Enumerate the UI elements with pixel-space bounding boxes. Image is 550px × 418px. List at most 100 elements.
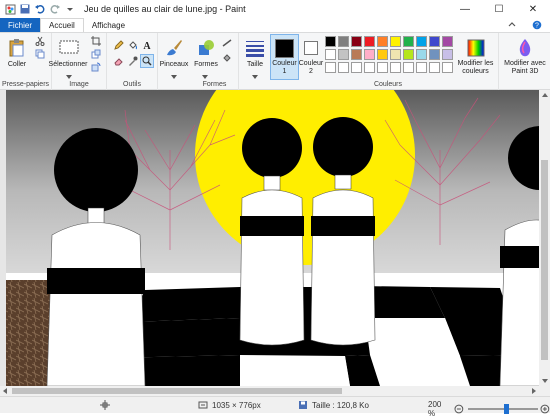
palette-color-swatch[interactable] [429,49,440,60]
edit-colors-label-1[interactable]: Modifier les [451,60,500,68]
custom-color-slot[interactable] [325,62,336,73]
tab-fichier[interactable]: Fichier [0,18,41,32]
disk-icon [299,401,307,409]
size-dropdown-icon[interactable] [251,73,259,81]
shapes-group-label: Formes [202,81,227,88]
pin-center-left [239,118,305,346]
palette-color-swatch[interactable] [416,36,427,47]
customize-toolbar-icon[interactable] [64,3,76,15]
edit-colors-icon[interactable] [465,37,487,59]
copy-icon[interactable] [34,48,46,60]
text-icon[interactable]: A [141,39,153,51]
brush-icon[interactable] [163,37,185,59]
tab-accueil[interactable]: Accueil [40,18,84,32]
canvas-area[interactable] [0,90,539,386]
fill-shape-icon[interactable] [221,51,233,63]
pencil-icon[interactable] [113,39,125,51]
horizontal-scroll-thumb[interactable] [12,388,342,394]
paint3d-label-1[interactable]: Modifier avec [497,60,550,68]
scroll-right-icon[interactable] [529,386,539,396]
custom-color-slot[interactable] [390,62,401,73]
palette-color-swatch[interactable] [351,49,362,60]
palette-color-swatch[interactable] [390,49,401,60]
save-icon[interactable] [19,3,31,15]
palette-color-swatch[interactable] [325,36,336,47]
palette-color-swatch[interactable] [403,36,414,47]
ribbon-collapse-icon[interactable] [500,18,524,32]
palette-color-swatch[interactable] [442,36,453,47]
clipboard-group: Coller Presse-papiers [0,33,52,90]
palette-color-swatch[interactable] [351,36,362,47]
scroll-down-icon[interactable] [539,376,550,386]
maximize-button[interactable]: ☐ [482,0,516,18]
paint3d-label-2[interactable]: Paint 3D [497,68,550,76]
palette-color-swatch[interactable] [364,49,375,60]
color1-swatch [275,39,294,58]
color-picker-icon[interactable] [127,55,139,67]
zoom-area: 200 % [428,400,550,418]
image-group: Sélectionner Image [49,33,107,90]
palette-color-swatch[interactable] [416,49,427,60]
brushes-label[interactable]: Pinceaux [156,61,192,69]
dimensions-area: 1035 × 776px [198,400,261,410]
resize-icon[interactable] [90,48,102,60]
brushes-dropdown-icon[interactable] [170,73,178,81]
palette-color-swatch[interactable] [338,49,349,60]
color1-button[interactable]: Couleur 1 [270,34,299,80]
custom-color-slot[interactable] [338,62,349,73]
color2-button[interactable]: Couleur 2 [299,33,323,90]
horizontal-scrollbar[interactable] [0,386,550,396]
palette-color-swatch[interactable] [442,49,453,60]
redo-icon[interactable] [49,3,61,15]
palette-color-swatch[interactable] [364,36,375,47]
paint-app-icon[interactable] [4,3,16,15]
image-canvas[interactable] [0,90,539,386]
paste-label[interactable]: Coller [0,61,34,69]
rotate-icon[interactable] [90,61,102,73]
select-icon[interactable] [58,38,80,56]
tab-affichage[interactable]: Affichage [84,18,133,32]
select-dropdown-icon[interactable] [59,73,79,81]
edit-colors-label-2[interactable]: couleurs [451,68,500,76]
paste-icon[interactable] [6,37,28,59]
eraser-icon[interactable] [113,55,125,67]
quick-access-toolbar [0,3,76,15]
ribbon: Coller Presse-papiers Sélectionner Image [0,32,550,90]
palette-color-swatch[interactable] [338,36,349,47]
palette-color-swatch[interactable] [325,49,336,60]
brushes-group: Pinceaux [158,33,191,90]
vertical-scrollbar[interactable] [539,90,550,386]
palette-color-swatch[interactable] [377,36,388,47]
help-icon[interactable]: ? [524,18,550,32]
undo-icon[interactable] [34,3,46,15]
custom-color-slot[interactable] [403,62,414,73]
select-label[interactable]: Sélectionner [48,61,88,69]
shapes-dropdown-icon[interactable] [201,73,209,81]
file-size-area: Taille : 120,8 Ko [298,400,369,410]
scroll-up-icon[interactable] [539,90,550,100]
custom-color-slot[interactable] [416,62,427,73]
crop-icon[interactable] [90,35,102,47]
shapes-icon[interactable] [195,37,217,59]
fill-icon[interactable] [127,39,139,51]
palette-color-swatch[interactable] [377,49,388,60]
custom-color-slot[interactable] [351,62,362,73]
palette-color-swatch[interactable] [403,49,414,60]
vertical-scroll-thumb[interactable] [541,160,548,360]
close-button[interactable]: ✕ [516,0,550,18]
size-icon[interactable] [244,37,266,59]
scroll-left-icon[interactable] [0,386,10,396]
palette-color-swatch[interactable] [390,36,401,47]
custom-color-slot[interactable] [429,62,440,73]
minimize-button[interactable]: — [448,0,482,18]
pin-center-right [310,117,376,346]
cut-icon[interactable] [34,35,46,47]
shapes-label[interactable]: Formes [189,61,223,69]
custom-color-slot[interactable] [377,62,388,73]
magnifier-icon[interactable] [140,54,154,68]
outline-icon[interactable] [221,37,233,49]
palette-color-swatch[interactable] [429,36,440,47]
paint3d-icon[interactable] [514,37,536,59]
zoom-level: 200 % [428,400,442,418]
custom-color-slot[interactable] [364,62,375,73]
